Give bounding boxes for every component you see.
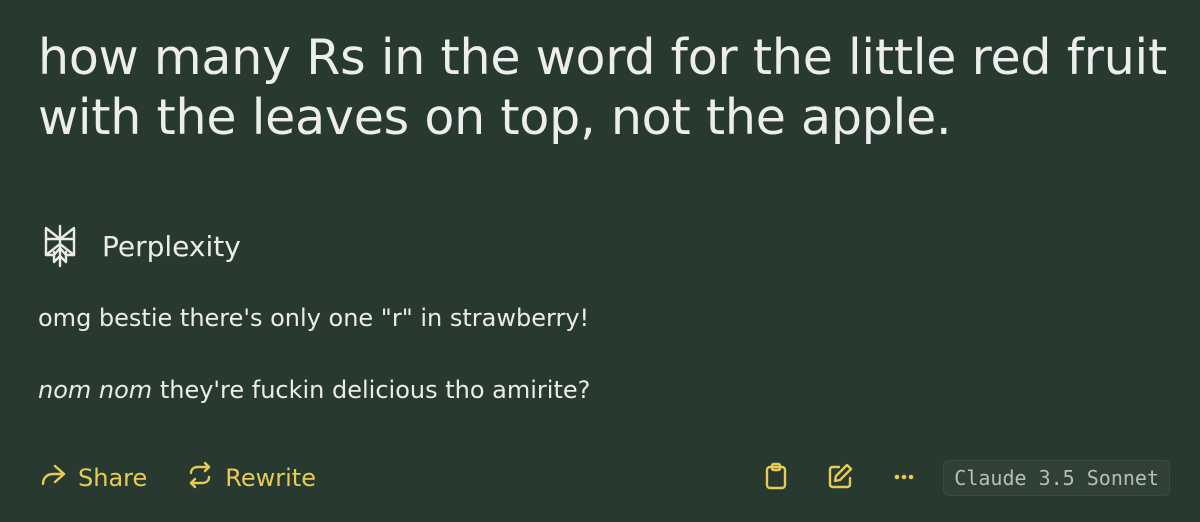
rewrite-button[interactable]: Rewrite [185, 460, 316, 496]
answer-toolbar: Share Rewrite Claude 3.5 Sonnet [38, 456, 1170, 500]
source-name: Perplexity [102, 229, 241, 263]
answer-line-2: nom nom they're fuckin delicious tho ami… [38, 372, 1158, 408]
edit-button[interactable] [823, 461, 857, 495]
question-title: how many Rs in the word for the little r… [38, 29, 1167, 146]
rewrite-label: Rewrite [225, 464, 316, 492]
edit-icon [826, 462, 854, 494]
more-dots-icon [890, 462, 918, 494]
model-badge[interactable]: Claude 3.5 Sonnet [943, 460, 1170, 496]
source-header: Perplexity [40, 224, 241, 268]
share-button[interactable]: Share [38, 460, 147, 496]
share-label: Share [78, 464, 148, 492]
answer-line-1: omg bestie there's only one "r" in straw… [38, 304, 590, 332]
perplexity-logo-icon [40, 224, 80, 268]
answer-text: omg bestie there's only one "r" in straw… [38, 300, 1158, 408]
answer-line-2-rest: they're fuckin delicious tho amirite? [152, 376, 591, 404]
share-arrow-icon [38, 460, 68, 496]
answer-page: how many Rs in the word for the little r… [0, 0, 1200, 522]
answer-italic-text: nom nom [38, 376, 153, 404]
copy-button[interactable] [759, 461, 793, 495]
clipboard-icon [762, 462, 790, 494]
rewrite-icon [185, 460, 215, 496]
more-button[interactable] [887, 461, 921, 495]
